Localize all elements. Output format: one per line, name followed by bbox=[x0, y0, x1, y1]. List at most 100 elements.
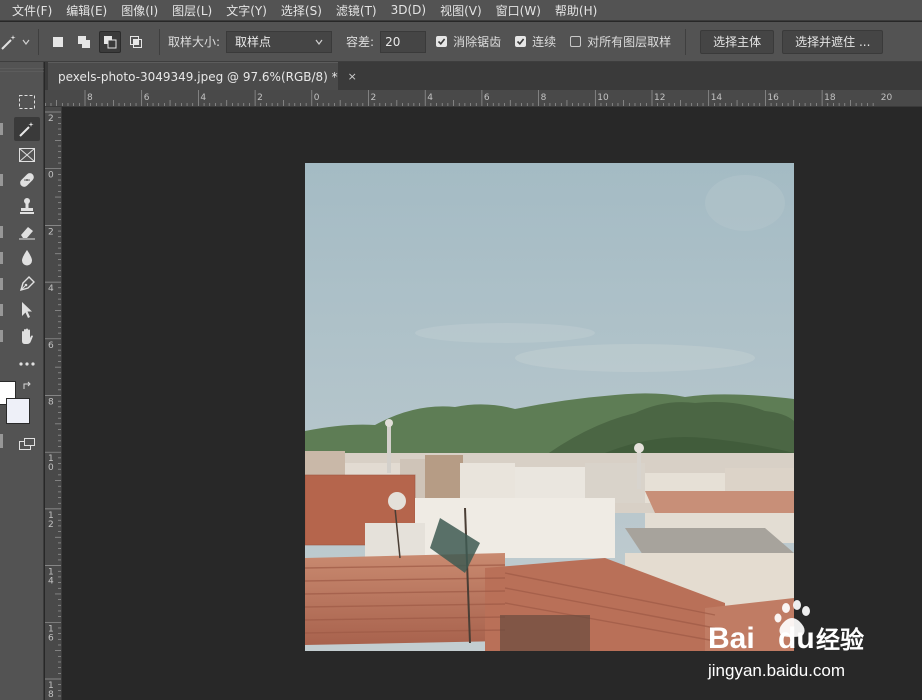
ruler-label: 2 bbox=[48, 227, 54, 237]
ruler-label: 20 bbox=[881, 93, 893, 103]
antialias-label: 消除锯齿 bbox=[453, 35, 502, 49]
add-to-selection-button[interactable] bbox=[73, 31, 95, 53]
ruler-label: 8 bbox=[541, 93, 547, 103]
clone-stamp-tool[interactable] bbox=[14, 194, 40, 218]
screen-mode-icon bbox=[19, 438, 35, 450]
checkbox-checked-icon bbox=[515, 36, 527, 47]
ruler-label: 4 bbox=[48, 577, 54, 587]
hand-icon bbox=[22, 328, 33, 344]
tool-edge bbox=[0, 330, 3, 342]
contiguous-checkbox[interactable]: 连续 bbox=[515, 33, 556, 50]
menu-view[interactable]: 视图(V) bbox=[440, 2, 482, 19]
ruler-label: 16 bbox=[767, 93, 779, 103]
ruler-label: 0 bbox=[48, 463, 54, 473]
select-and-mask-button[interactable]: 选择并遮住 ... bbox=[782, 29, 884, 54]
subtract-selection-icon bbox=[104, 35, 117, 48]
menu-type[interactable]: 文字(Y) bbox=[226, 2, 267, 19]
sample-size-dropdown[interactable]: 取样点 bbox=[226, 30, 333, 53]
menu-3d[interactable]: 3D(D) bbox=[391, 3, 426, 17]
vertical-ruler-ticks: 2024681012141618 bbox=[45, 111, 61, 700]
ruler-label: 8 bbox=[48, 690, 54, 700]
menu-edit[interactable]: 编辑(E) bbox=[66, 2, 107, 19]
menu-select[interactable]: 选择(S) bbox=[281, 2, 322, 19]
tool-edge bbox=[0, 304, 3, 316]
menu-help[interactable]: 帮助(H) bbox=[555, 2, 597, 19]
more-tools-button[interactable] bbox=[14, 352, 40, 376]
add-selection-icon bbox=[78, 35, 90, 48]
ruler-label: 8 bbox=[87, 93, 93, 103]
frame-tool[interactable] bbox=[14, 143, 40, 167]
ruler-label: 6 bbox=[48, 633, 54, 643]
menu-window[interactable]: 窗口(W) bbox=[496, 2, 541, 19]
path-selection-tool[interactable] bbox=[14, 298, 40, 322]
ruler-label: 6 bbox=[484, 93, 490, 103]
sample-size-label: 取样大小: bbox=[168, 35, 221, 49]
checkbox-unchecked-icon bbox=[570, 36, 582, 47]
subtract-from-selection-button[interactable] bbox=[99, 30, 121, 53]
healing-brush-tool[interactable] bbox=[14, 168, 40, 192]
select-subject-button[interactable]: 选择主体 bbox=[700, 29, 775, 54]
baidu-watermark: Bai du 经验 jingyan.baidu.com bbox=[706, 598, 906, 688]
tool-edge bbox=[0, 123, 3, 135]
hand-tool[interactable] bbox=[14, 324, 40, 348]
marquee-tool[interactable] bbox=[14, 90, 40, 114]
chevron-down-icon bbox=[315, 39, 323, 45]
separator bbox=[159, 28, 160, 55]
sample-all-layers-checkbox[interactable]: 对所有图层取样 bbox=[570, 33, 671, 50]
intersect-selection-icon bbox=[130, 35, 142, 48]
close-tab-icon[interactable]: × bbox=[348, 70, 357, 83]
blur-tool[interactable] bbox=[14, 246, 40, 270]
tool-edge bbox=[0, 174, 3, 186]
ruler-label: 2 bbox=[371, 93, 377, 103]
tool-edge bbox=[0, 252, 3, 264]
ruler-label: 2 bbox=[48, 114, 54, 124]
magic-wand-icon bbox=[19, 122, 34, 137]
stamp-icon bbox=[20, 198, 34, 214]
tools-panel bbox=[0, 62, 44, 700]
frame-icon bbox=[19, 148, 35, 162]
document-image[interactable] bbox=[305, 163, 794, 651]
menu-layer[interactable]: 图层(L) bbox=[172, 2, 212, 19]
ruler-label: 2 bbox=[48, 520, 54, 530]
document-tab[interactable]: pexels-photo-3049349.jpeg @ 97.6%(RGB/8)… bbox=[48, 62, 357, 90]
document-tab-bar: pexels-photo-3049349.jpeg @ 97.6%(RGB/8)… bbox=[45, 62, 922, 90]
ruler-label: 6 bbox=[48, 341, 54, 351]
new-selection-button[interactable] bbox=[47, 31, 69, 53]
magic-wand-tool[interactable] bbox=[14, 117, 40, 141]
background-color-swatch[interactable] bbox=[6, 398, 30, 424]
intersect-selection-button[interactable] bbox=[125, 31, 147, 53]
ruler-label: 10 bbox=[597, 93, 609, 103]
tolerance-label: 容差: bbox=[346, 35, 375, 49]
menu-file[interactable]: 文件(F) bbox=[12, 2, 52, 19]
ruler-label: 6 bbox=[144, 93, 150, 103]
swap-colors-button[interactable] bbox=[22, 380, 32, 394]
menu-image[interactable]: 图像(I) bbox=[121, 2, 158, 19]
document-tab-title: pexels-photo-3049349.jpeg @ 97.6%(RGB/8)… bbox=[58, 69, 338, 84]
rectangular-marquee-icon bbox=[19, 95, 35, 109]
menu-bar: 文件(F) 编辑(E) 图像(I) 图层(L) 文字(Y) 选择(S) 滤镜(T… bbox=[0, 0, 922, 21]
pen-tool[interactable] bbox=[14, 272, 40, 296]
ruler-label: 2 bbox=[257, 93, 263, 103]
baidu-logo-text-left: Bai bbox=[708, 622, 755, 655]
ruler-label: 12 bbox=[654, 93, 665, 103]
panel-grip bbox=[0, 68, 44, 72]
eraser-tool[interactable] bbox=[14, 220, 40, 244]
baidu-product-name: 经验 bbox=[816, 626, 864, 654]
horizontal-ruler: 8 6 4 2 0 2 4 6 8 10 12 14 16 18 20 bbox=[45, 90, 922, 107]
ruler-label: 4 bbox=[48, 284, 54, 294]
tolerance-input[interactable]: 20 bbox=[380, 30, 427, 53]
tool-preset-picker[interactable] bbox=[0, 33, 30, 51]
antialias-checkbox[interactable]: 消除锯齿 bbox=[436, 33, 501, 50]
baidu-logo-text-right: du bbox=[778, 622, 815, 655]
checkbox-checked-icon bbox=[436, 36, 448, 47]
new-selection-icon bbox=[53, 36, 63, 47]
vertical-ruler: 2024681012141618 bbox=[45, 107, 62, 700]
baidu-watermark-url: jingyan.baidu.com bbox=[707, 661, 845, 680]
menu-filter[interactable]: 滤镜(T) bbox=[336, 2, 377, 19]
more-dots-icon bbox=[19, 362, 35, 366]
arrow-pointer-icon bbox=[22, 302, 32, 318]
screen-mode-button[interactable] bbox=[14, 432, 40, 456]
chevron-down-icon bbox=[22, 39, 30, 45]
rooftops-photo bbox=[305, 163, 794, 651]
pen-nib-icon bbox=[19, 276, 35, 292]
